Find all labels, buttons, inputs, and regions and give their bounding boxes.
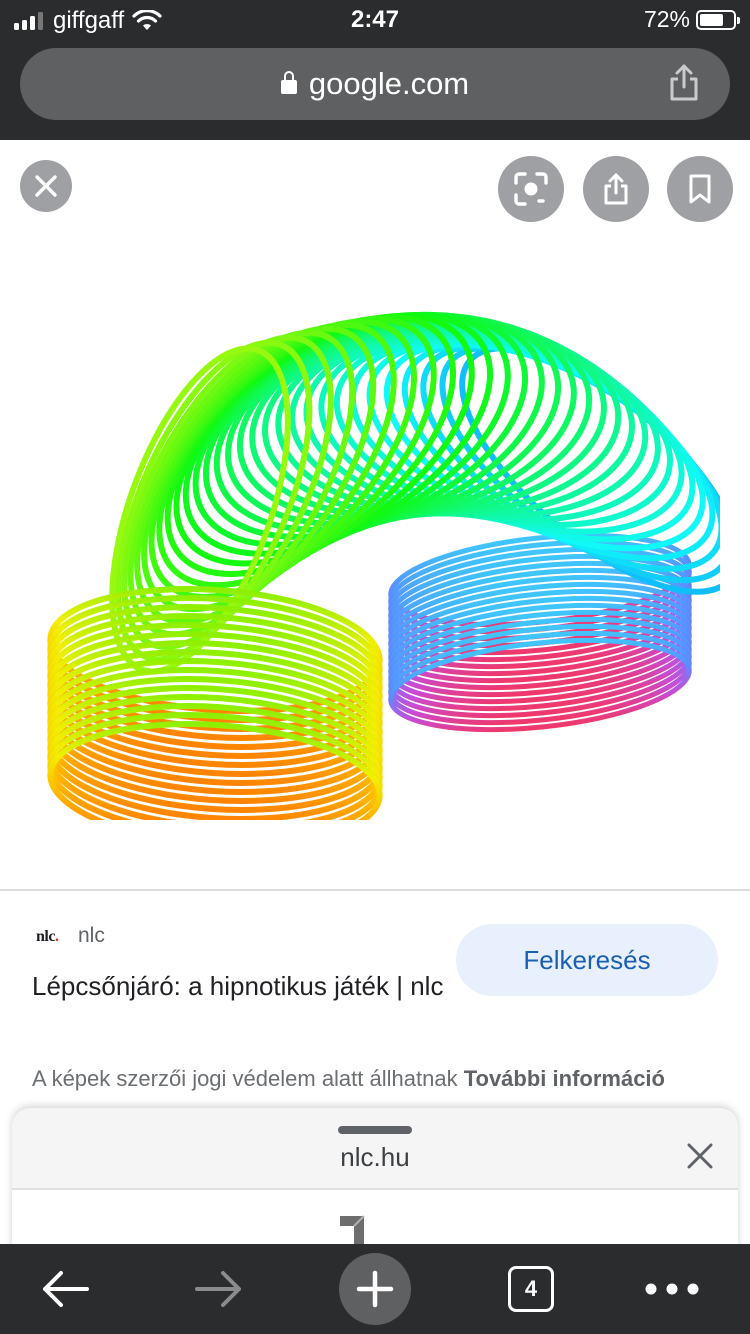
clock: 2:47 bbox=[350, 6, 400, 33]
close-icon bbox=[35, 175, 57, 197]
browser-toolbar: 4 bbox=[0, 1244, 750, 1334]
image-viewer bbox=[0, 140, 750, 890]
source-logo: nlc. bbox=[36, 928, 59, 946]
share-icon bbox=[604, 173, 628, 205]
battery-icon bbox=[696, 9, 740, 30]
tabs-icon: 4 bbox=[508, 1266, 554, 1312]
browser-header: google.com bbox=[0, 40, 750, 140]
back-button[interactable] bbox=[30, 1244, 100, 1334]
copyright-text: A képek szerzői jogi védelem alatt állha… bbox=[32, 1066, 458, 1091]
tab-count: 4 bbox=[524, 1276, 538, 1301]
source-logo-text: nlc bbox=[36, 928, 55, 945]
new-tab-circle bbox=[339, 1253, 411, 1325]
lens-button[interactable] bbox=[498, 156, 564, 222]
bookmark-icon bbox=[689, 174, 711, 204]
close-icon[interactable] bbox=[684, 1140, 716, 1172]
sheet-grabber[interactable] bbox=[338, 1126, 412, 1134]
url-domain: google.com bbox=[308, 66, 470, 101]
share-icon[interactable] bbox=[666, 62, 702, 102]
visit-button[interactable]: Felkeresés bbox=[456, 924, 718, 996]
more-menu-button[interactable] bbox=[640, 1244, 704, 1334]
save-image-button[interactable] bbox=[667, 156, 733, 222]
new-tab-button[interactable] bbox=[338, 1244, 412, 1334]
plus-icon bbox=[356, 1270, 394, 1308]
source-logo-dot: . bbox=[54, 928, 59, 945]
lens-icon bbox=[514, 172, 548, 206]
share-image-button[interactable] bbox=[583, 156, 649, 222]
status-bar: giffgaff 2:47 72% bbox=[0, 0, 750, 40]
battery-percent: 72% bbox=[643, 6, 690, 32]
more-info-link[interactable]: További információ bbox=[464, 1066, 665, 1091]
source-name[interactable]: nlc bbox=[78, 924, 105, 948]
divider bbox=[0, 889, 750, 891]
tab-switcher-button[interactable]: 4 bbox=[500, 1244, 562, 1334]
battery-fill bbox=[700, 13, 724, 26]
copyright-notice: A képek szerzői jogi védelem alatt állha… bbox=[32, 1062, 732, 1096]
url-display[interactable]: google.com bbox=[20, 48, 730, 120]
status-right: 72% bbox=[643, 6, 740, 33]
result-title[interactable]: Lépcsőnjáró: a hipnotikus játék | nlc bbox=[32, 966, 452, 1006]
slinky-image bbox=[47, 311, 720, 820]
more-icon bbox=[645, 1283, 699, 1295]
forward-arrow-icon bbox=[195, 1271, 241, 1307]
sheet-domain: nlc.hu bbox=[340, 1142, 410, 1172]
lock-icon bbox=[280, 71, 297, 94]
back-arrow-icon bbox=[43, 1271, 89, 1307]
address-bar[interactable]: google.com bbox=[20, 48, 730, 120]
forward-button[interactable] bbox=[184, 1244, 254, 1334]
close-image-button[interactable] bbox=[20, 160, 72, 212]
